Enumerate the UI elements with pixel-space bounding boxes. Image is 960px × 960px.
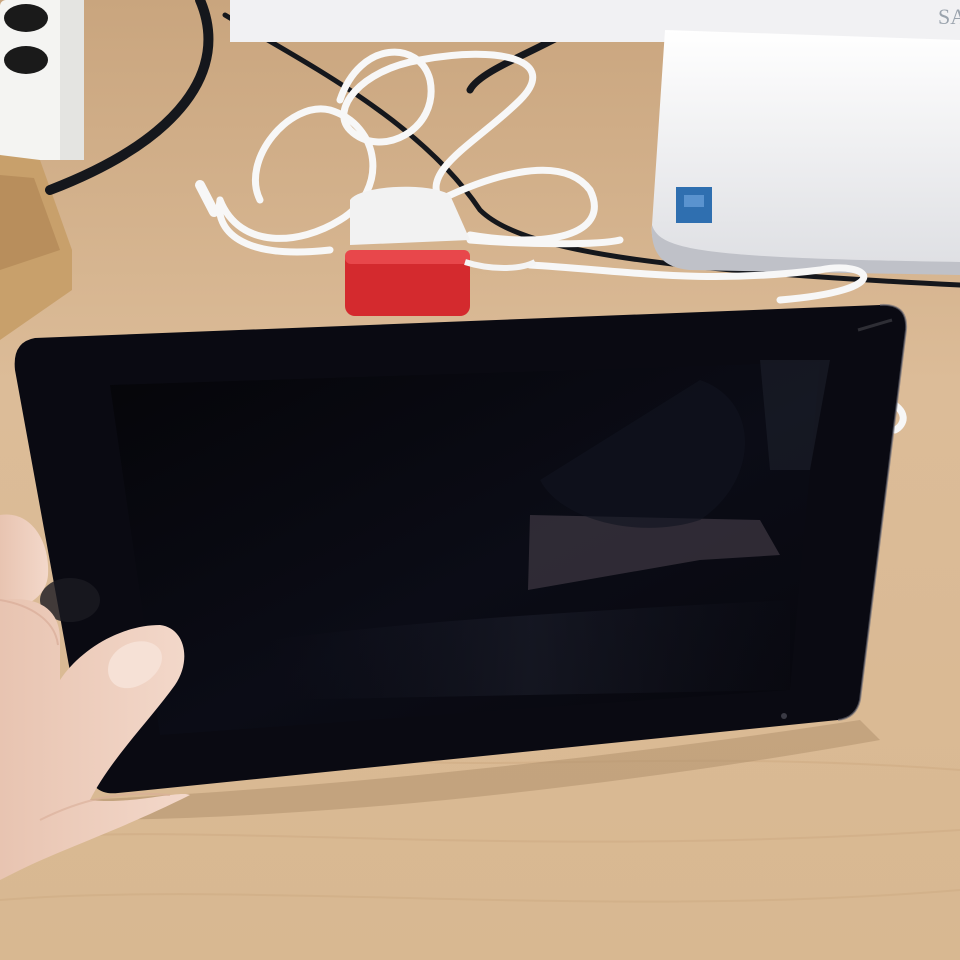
tablet xyxy=(14,303,908,794)
power-strip xyxy=(0,0,84,160)
monitor-brand-text: SA xyxy=(938,4,960,29)
camera-dot xyxy=(781,713,787,719)
photo-scene: SA xyxy=(0,0,960,960)
photo-illustration: SA xyxy=(0,0,960,960)
